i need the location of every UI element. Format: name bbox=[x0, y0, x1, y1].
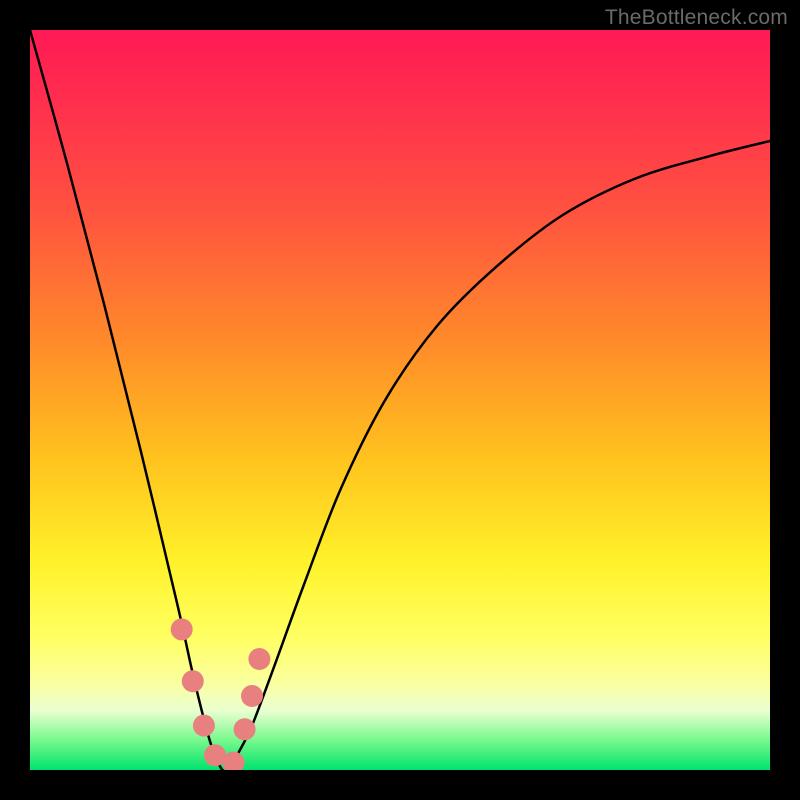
threshold-marker bbox=[241, 685, 263, 707]
threshold-marker bbox=[248, 648, 270, 670]
threshold-marker bbox=[182, 670, 204, 692]
chart-frame: TheBottleneck.com bbox=[0, 0, 800, 800]
watermark-text: TheBottleneck.com bbox=[605, 6, 788, 30]
plot-area bbox=[30, 30, 770, 770]
bottleneck-curve bbox=[30, 30, 770, 770]
curve-layer bbox=[30, 30, 770, 770]
threshold-marker bbox=[234, 718, 256, 740]
threshold-marker bbox=[193, 715, 215, 737]
threshold-marker bbox=[171, 618, 193, 640]
